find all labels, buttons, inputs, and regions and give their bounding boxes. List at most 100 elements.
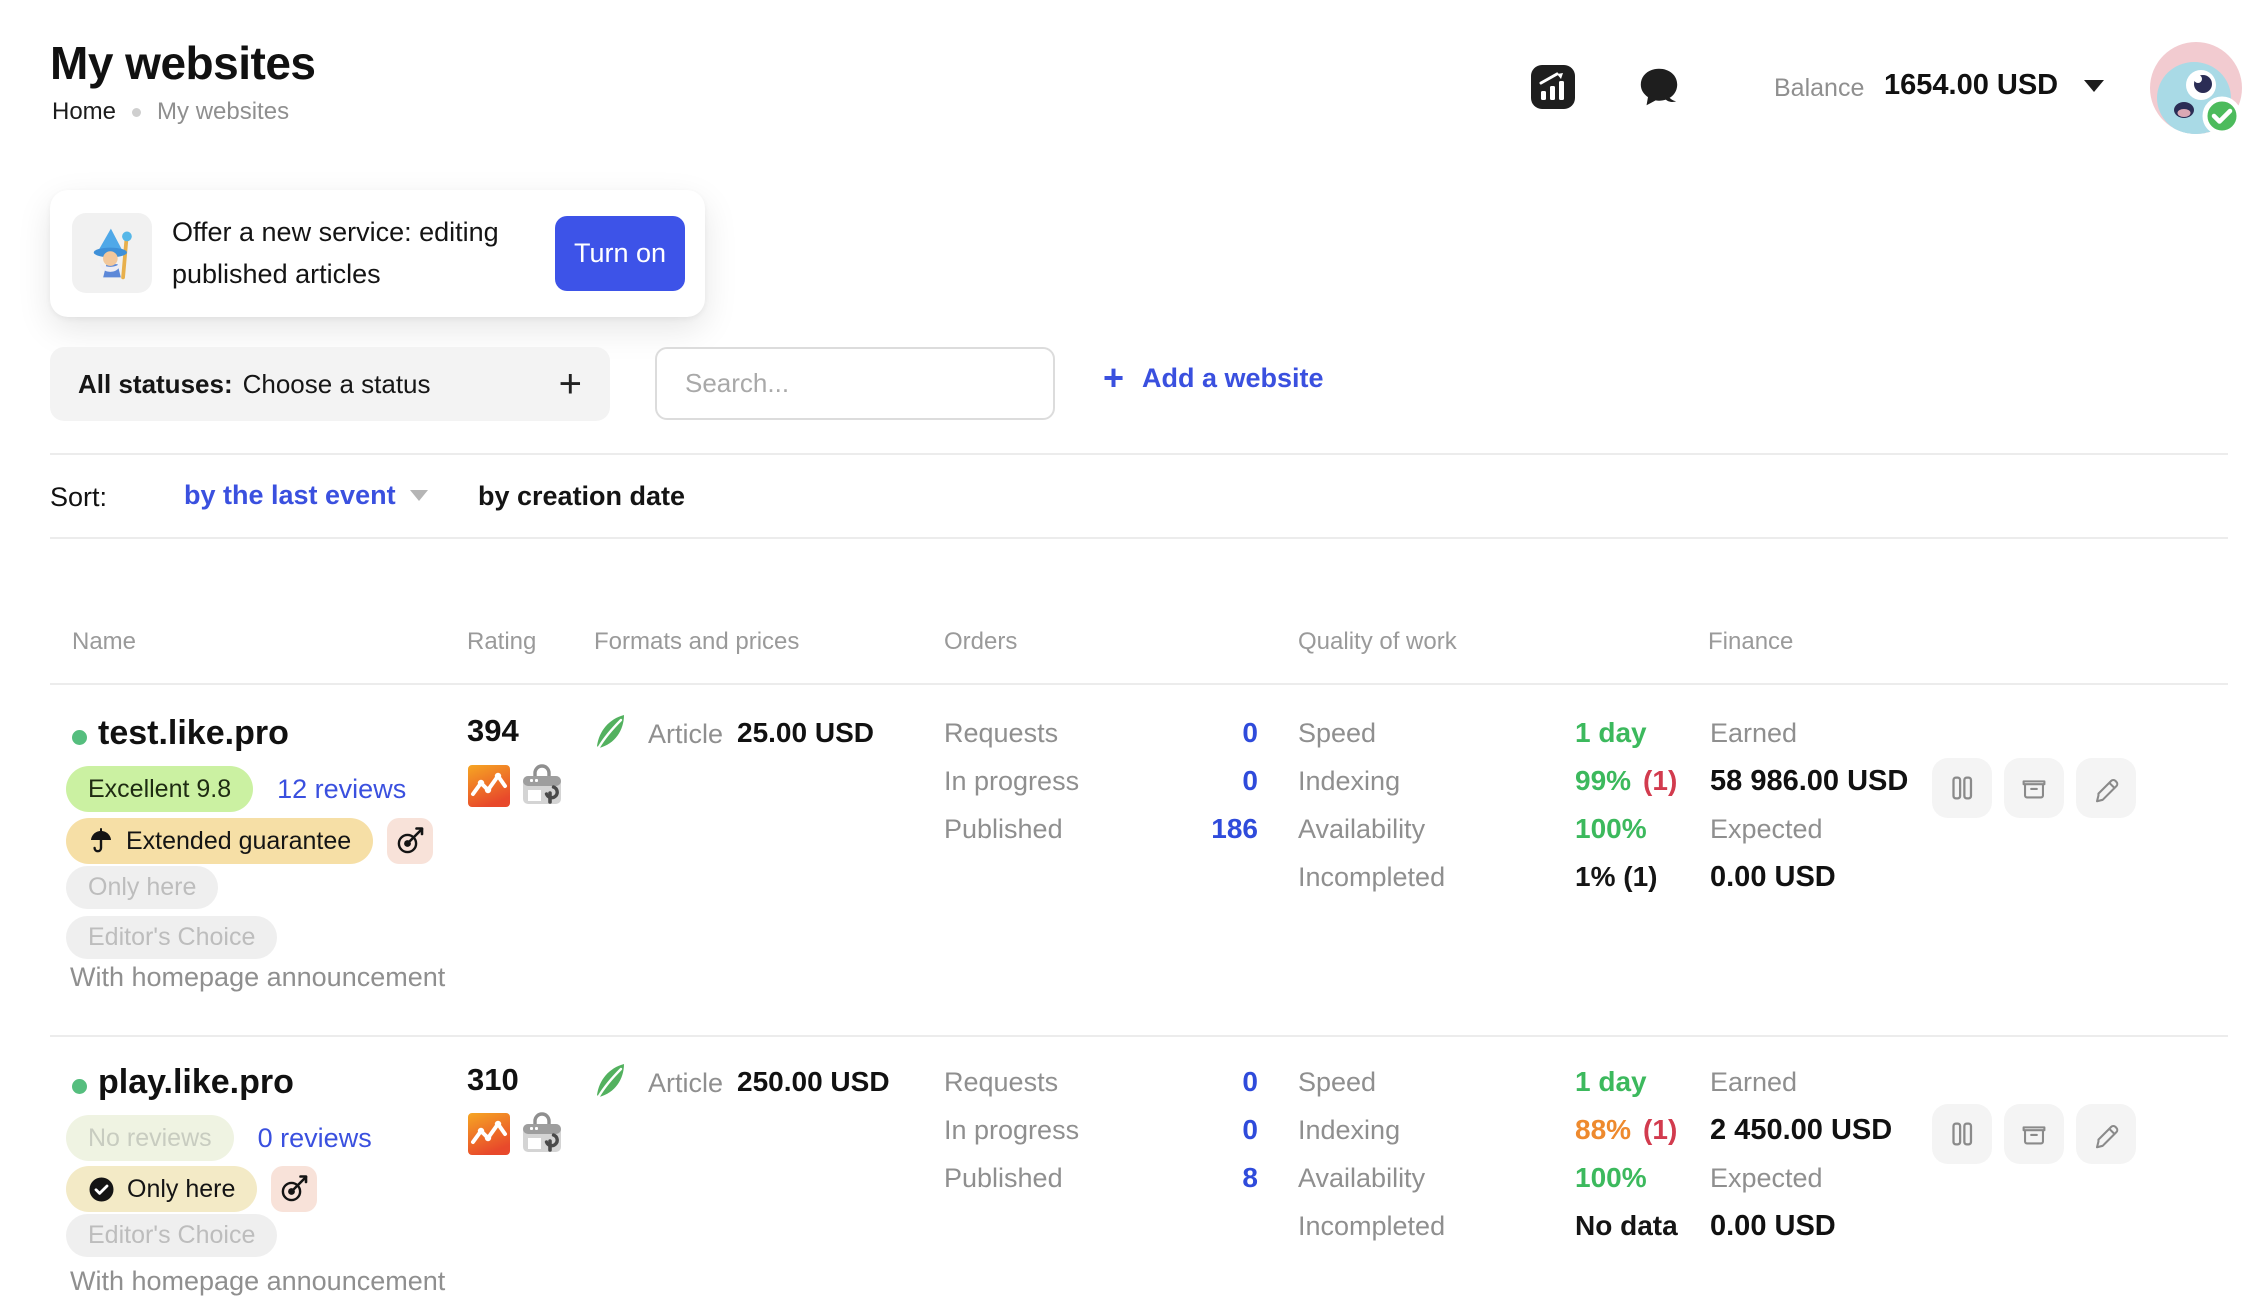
feather-icon bbox=[589, 711, 631, 758]
quality-line: Speed 1 day bbox=[1298, 1058, 1718, 1106]
edit-button[interactable] bbox=[2076, 758, 2136, 818]
dart-icon bbox=[395, 826, 425, 856]
messages-icon[interactable] bbox=[1634, 62, 1684, 112]
review-score-line: Excellent 9.8 12 reviews bbox=[66, 766, 406, 812]
rating-value: 310 bbox=[467, 1062, 519, 1098]
guarantee-line: Extended guarantee bbox=[66, 818, 433, 864]
umbrella-icon bbox=[88, 828, 114, 854]
status-filter[interactable]: All statuses: Choose a status + bbox=[50, 347, 610, 421]
dart-badge bbox=[271, 1166, 317, 1212]
archive-button[interactable] bbox=[2004, 758, 2064, 818]
featured-line: Only here bbox=[66, 1166, 317, 1212]
quality-label: Incompleted bbox=[1298, 1211, 1445, 1242]
reviews-link[interactable]: 0 reviews bbox=[258, 1123, 372, 1154]
page-title: My websites bbox=[50, 36, 316, 90]
quality-label: Availability bbox=[1298, 1163, 1425, 1194]
quality-value: 100% bbox=[1575, 813, 1647, 845]
finance-label: Expected bbox=[1710, 805, 1823, 853]
status-filter-value: Choose a status bbox=[243, 369, 431, 400]
editors-choice-line: Editor's Choice bbox=[66, 1214, 277, 1257]
quality-note: (1) bbox=[1643, 1114, 1677, 1146]
quality-value: 88% bbox=[1575, 1114, 1631, 1146]
feather-icon bbox=[589, 1060, 631, 1107]
quality-value: No data bbox=[1575, 1210, 1678, 1242]
archive-button[interactable] bbox=[2004, 1104, 2064, 1164]
analytics-orange-icon[interactable] bbox=[467, 1112, 511, 1156]
col-header-orders: Orders bbox=[944, 628, 1017, 656]
divider bbox=[50, 683, 2228, 685]
pencil-icon bbox=[2089, 771, 2123, 805]
add-website-button[interactable]: + Add a website bbox=[1103, 360, 1324, 396]
pause-button[interactable] bbox=[1932, 758, 1992, 818]
archive-box-icon bbox=[2017, 771, 2051, 805]
order-value-link[interactable]: 0 bbox=[1242, 1066, 1258, 1098]
avatar[interactable] bbox=[2148, 40, 2244, 141]
order-label: Published bbox=[944, 1163, 1063, 1194]
col-header-rating: Rating bbox=[467, 628, 536, 656]
order-value-link[interactable]: 8 bbox=[1242, 1162, 1258, 1194]
sort-option-creation-date[interactable]: by creation date bbox=[478, 481, 685, 512]
quality-label: Availability bbox=[1298, 814, 1425, 845]
search-input[interactable] bbox=[655, 347, 1055, 420]
col-header-finance: Finance bbox=[1708, 628, 1793, 656]
review-score-line: No reviews 0 reviews bbox=[66, 1115, 372, 1161]
only-here-active-badge: Only here bbox=[66, 1166, 257, 1212]
col-header-quality: Quality of work bbox=[1298, 628, 1457, 656]
quality-value: 99% bbox=[1575, 765, 1631, 797]
turn-on-button[interactable]: Turn on bbox=[555, 216, 685, 291]
plus-icon[interactable]: + bbox=[559, 364, 582, 404]
quality-value-group: 99% (1) bbox=[1575, 765, 1677, 797]
quality-note: (1) bbox=[1643, 765, 1677, 797]
breadcrumb: Home My websites bbox=[52, 98, 289, 126]
rating-value: 394 bbox=[467, 713, 519, 749]
no-reviews-badge: No reviews bbox=[66, 1115, 234, 1161]
order-label: In progress bbox=[944, 1115, 1079, 1146]
pause-icon bbox=[1945, 1117, 1979, 1151]
quality-line: Speed 1 day bbox=[1298, 709, 1718, 757]
extended-guarantee-label: Extended guarantee bbox=[126, 827, 351, 856]
my-websites-page: My websites Home My websites Balance 165… bbox=[0, 0, 2266, 1308]
quality-line: Incompleted 1% (1) bbox=[1298, 853, 1718, 901]
order-label: Requests bbox=[944, 1067, 1058, 1098]
pause-button[interactable] bbox=[1932, 1104, 1992, 1164]
format-price: 250.00 USD bbox=[737, 1066, 890, 1098]
only-here-badge: Only here bbox=[66, 866, 218, 909]
bar-chart-icon bbox=[1529, 63, 1577, 111]
site-name-link[interactable]: play.like.pro bbox=[98, 1063, 294, 1102]
pause-icon bbox=[1945, 771, 1979, 805]
order-value-link[interactable]: 186 bbox=[1211, 813, 1258, 845]
breadcrumb-home-link[interactable]: Home bbox=[52, 98, 116, 126]
webmaster-toolbox-icon[interactable] bbox=[520, 1112, 564, 1156]
col-header-formats: Formats and prices bbox=[594, 628, 799, 656]
quality-line: Indexing 99% (1) bbox=[1298, 757, 1718, 805]
only-here-line: Only here bbox=[66, 866, 218, 909]
orders-line: Published 186 bbox=[944, 805, 1258, 853]
webmaster-toolbox-icon[interactable] bbox=[520, 764, 564, 808]
col-header-name: Name bbox=[72, 628, 136, 656]
breadcrumb-current: My websites bbox=[157, 98, 289, 126]
analytics-orange-icon[interactable] bbox=[467, 764, 511, 808]
sort-option-last-event[interactable]: by the last event bbox=[184, 480, 428, 511]
divider bbox=[50, 1035, 2228, 1037]
order-value-link[interactable]: 0 bbox=[1242, 717, 1258, 749]
order-value-link[interactable]: 0 bbox=[1242, 1114, 1258, 1146]
reviews-link[interactable]: 12 reviews bbox=[277, 774, 406, 805]
quality-line: Incompleted No data bbox=[1298, 1202, 1718, 1250]
edit-button[interactable] bbox=[2076, 1104, 2136, 1164]
homepage-announcement-note: With homepage announcement bbox=[70, 962, 445, 993]
wizard-illustration bbox=[81, 222, 143, 284]
status-dot-online bbox=[72, 1079, 87, 1094]
order-value-link[interactable]: 0 bbox=[1242, 765, 1258, 797]
rating-service-icons bbox=[467, 764, 564, 808]
balance-dropdown[interactable]: 1654.00 USD bbox=[1884, 69, 2104, 102]
quality-value: 100% bbox=[1575, 1162, 1647, 1194]
site-name-link[interactable]: test.like.pro bbox=[98, 714, 289, 753]
analytics-icon[interactable] bbox=[1528, 62, 1578, 112]
quality-line: Availability 100% bbox=[1298, 805, 1718, 853]
only-here-label: Only here bbox=[127, 1175, 235, 1204]
chat-bubble-icon bbox=[1636, 64, 1682, 110]
finance-earned-value: 58 986.00 USD bbox=[1710, 757, 1908, 805]
orders-line: Requests 0 bbox=[944, 1058, 1258, 1106]
divider bbox=[50, 453, 2228, 455]
editors-choice-line: Editor's Choice bbox=[66, 916, 277, 959]
